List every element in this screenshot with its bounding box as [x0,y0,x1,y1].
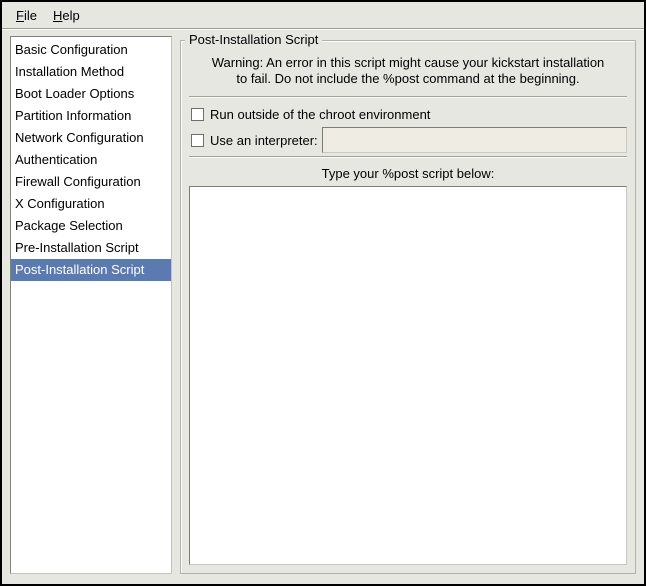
post-script-textarea[interactable] [189,186,627,565]
interpreter-row: Use an interpreter: [189,127,627,153]
sidebar-item-boot-loader-options[interactable]: Boot Loader Options [11,83,171,105]
interpreter-checkbox[interactable] [191,134,204,147]
sidebar-item-partition-information[interactable]: Partition Information [11,105,171,127]
post-installation-frame: Post-Installation Script Warning: An err… [180,40,636,574]
warning-line-2: to fail. Do not include the %post comman… [189,71,627,87]
sidebar-item-pre-installation-script[interactable]: Pre-Installation Script [11,237,171,259]
sidebar-item-network-configuration[interactable]: Network Configuration [11,127,171,149]
chroot-checkbox[interactable] [191,108,204,121]
sidebar-item-installation-method[interactable]: Installation Method [11,61,171,83]
frame-title: Post-Installation Script [185,32,322,47]
sidebar-item-firewall-configuration[interactable]: Firewall Configuration [11,171,171,193]
sidebar-item-x-configuration[interactable]: X Configuration [11,193,171,215]
menu-item-help[interactable]: Help [45,5,88,26]
separator-top [189,96,627,98]
chroot-row: Run outside of the chroot environment [189,101,627,127]
sidebar-item-post-installation-script[interactable]: Post-Installation Script [11,259,171,281]
sidebar-item-authentication[interactable]: Authentication [11,149,171,171]
frame-body: Warning: An error in this script might c… [181,41,635,573]
separator-bottom [189,156,627,158]
chroot-checkbox-label: Run outside of the chroot environment [210,107,430,122]
script-label: Type your %post script below: [189,166,627,181]
interpreter-input[interactable] [322,127,627,153]
menu-item-file[interactable]: File [8,5,45,26]
sidebar-item-basic-configuration[interactable]: Basic Configuration [11,39,171,61]
warning-line-1: Warning: An error in this script might c… [189,55,627,71]
sidebar-item-package-selection[interactable]: Package Selection [11,215,171,237]
warning-text: Warning: An error in this script might c… [189,55,627,87]
menu-bar: FileHelp [2,2,644,28]
interpreter-checkbox-label: Use an interpreter: [210,133,318,148]
sidebar-list: Basic ConfigurationInstallation MethodBo… [10,36,172,574]
main-content: Basic ConfigurationInstallation MethodBo… [2,30,644,584]
kickstart-configurator-window: FileHelp Basic ConfigurationInstallation… [0,0,646,586]
